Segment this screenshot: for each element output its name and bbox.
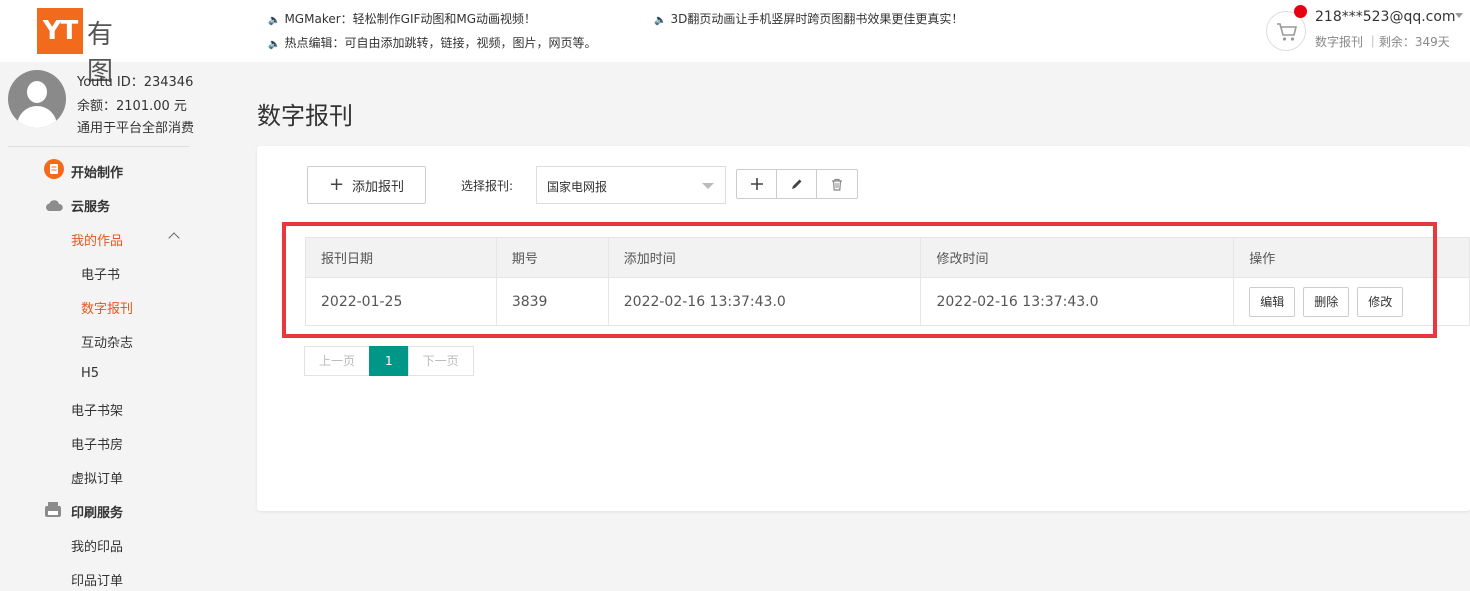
balance-note: 通用于平台全部消费	[77, 121, 195, 136]
account-plan-info: 数字报刊 ｜剩余：349天	[1315, 33, 1450, 50]
paper-select[interactable]: 国家电网报	[536, 166, 726, 204]
start-create-icon	[44, 159, 64, 179]
sidebar-item-my-works[interactable]: 我的作品	[71, 230, 123, 249]
account-remaining: ｜剩余：349天	[1366, 35, 1450, 49]
sidebar-divider	[8, 146, 189, 147]
logo[interactable]: YT 有图	[37, 8, 141, 87]
cloud-icon	[46, 200, 63, 211]
delete-button[interactable]	[817, 170, 857, 198]
logo-mark: YT	[37, 8, 83, 54]
speaker-icon: 🔈	[268, 15, 281, 26]
user-balance: 余额：2101.00 元	[77, 99, 187, 114]
cart-icon	[1277, 23, 1298, 41]
pagination: 上一页 1 下一页	[304, 346, 474, 376]
pencil-icon	[791, 179, 801, 189]
plus-icon: +	[328, 174, 345, 195]
next-page-button[interactable]: 下一页	[407, 346, 474, 376]
paper-actions-group	[736, 169, 858, 199]
cart-button[interactable]	[1266, 5, 1307, 51]
sidebar-item-my-prints[interactable]: 我的印品	[71, 536, 123, 555]
printer-icon	[45, 502, 61, 517]
sidebar-item-h5[interactable]: H5	[81, 366, 99, 381]
sidebar-item-bookroom[interactable]: 电子书房	[71, 434, 123, 453]
chevron-down-icon[interactable]	[1455, 13, 1463, 18]
sidebar-item-print[interactable]: 印刷服务	[71, 502, 123, 521]
speaker-icon: 🔈	[654, 15, 667, 26]
announcement-text: 热点编辑：可自由添加跳转，链接，视频，图片，网页等。	[284, 36, 597, 50]
paper-select-value: 国家电网报	[547, 180, 608, 194]
chevron-up-icon[interactable]	[168, 232, 180, 244]
plus-icon	[750, 178, 763, 190]
avatar[interactable]	[8, 70, 66, 128]
dropdown-arrow-icon	[702, 183, 714, 189]
sidebar-item-cloud[interactable]: 云服务	[71, 196, 110, 215]
account-plan: 数字报刊	[1315, 35, 1364, 49]
trash-icon	[832, 178, 842, 191]
announcement-text: MGMaker：轻松制作GIF动图和MG动画视频！	[284, 12, 537, 26]
highlight-box	[282, 222, 1437, 338]
top-header: YT 有图 🔈 MGMaker：轻松制作GIF动图和MG动画视频！ 🔈 热点编辑：可…	[0, 0, 1470, 87]
sidebar-item-virtual-order[interactable]: 虚拟订单	[71, 468, 123, 487]
prev-page-button[interactable]: 上一页	[304, 346, 371, 376]
sidebar-item-bookshelf[interactable]: 电子书架	[71, 400, 123, 419]
sidebar-item-ebook[interactable]: 电子书	[81, 264, 120, 283]
announcement-1[interactable]: 🔈 MGMaker：轻松制作GIF动图和MG动画视频！	[268, 10, 536, 27]
add-button[interactable]	[737, 170, 777, 198]
sidebar-item-print-orders[interactable]: 印品订单	[71, 570, 123, 589]
add-paper-button[interactable]: + 添加报刊	[307, 166, 426, 204]
select-paper-label: 选择报刊:	[461, 179, 514, 193]
page-1-button[interactable]: 1	[369, 346, 409, 376]
sidebar-item-digital-paper[interactable]: 数字报刊	[81, 298, 133, 317]
announcement-3[interactable]: 🔈 3D翻页动画让手机竖屏时跨页图翻书效果更佳更真实！	[654, 10, 963, 27]
sidebar-item-magazine[interactable]: 互动杂志	[81, 332, 133, 351]
edit-button[interactable]	[777, 170, 817, 198]
user-id: Youtu ID：234346	[77, 75, 194, 90]
announcement-2[interactable]: 🔈 热点编辑：可自由添加跳转，链接，视频，图片，网页等。	[268, 34, 596, 51]
page-title: 数字报刊	[257, 102, 353, 130]
announcement-text: 3D翻页动画让手机竖屏时跨页图翻书效果更佳更真实！	[670, 12, 964, 26]
sidebar-item-start[interactable]: 开始制作	[71, 162, 123, 181]
speaker-icon: 🔈	[268, 39, 281, 50]
account-email[interactable]: 218***523@qq.com	[1315, 9, 1456, 25]
add-paper-label: 添加报刊	[352, 179, 405, 195]
cart-badge	[1294, 5, 1307, 18]
